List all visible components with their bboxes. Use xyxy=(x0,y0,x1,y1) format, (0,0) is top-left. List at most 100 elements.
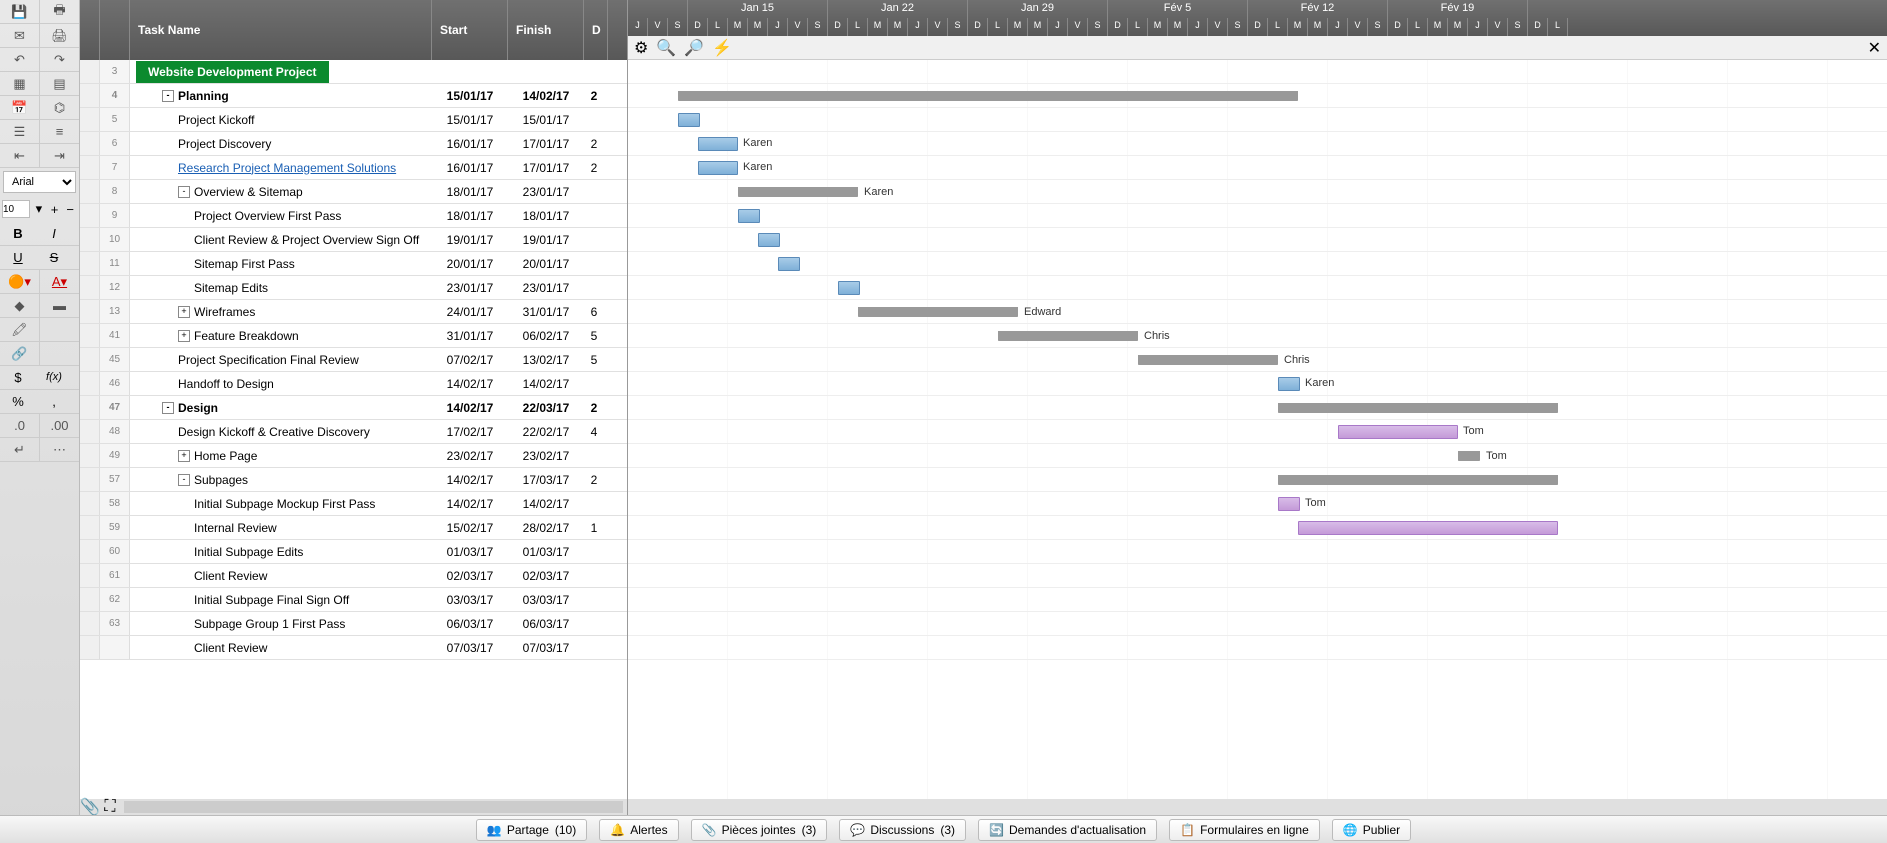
filter-icon[interactable]: ☰ xyxy=(0,120,40,143)
gantt-bar[interactable] xyxy=(1298,521,1558,535)
task-row[interactable]: 62 Initial Subpage Final Sign Off 03/03/… xyxy=(80,588,627,612)
fill-color-icon[interactable]: 🟠▾ xyxy=(0,270,40,293)
highlight-icon[interactable]: 🖍 xyxy=(0,318,40,341)
font-size-input[interactable] xyxy=(2,200,30,218)
task-row[interactable]: 41 +Feature Breakdown 31/01/17 06/02/17 … xyxy=(80,324,627,348)
save-icon[interactable]: 💾 xyxy=(0,0,40,23)
task-link[interactable]: Research Project Management Solutions xyxy=(178,161,396,175)
size-dropdown-icon[interactable]: ▾ xyxy=(32,198,46,220)
expand-icon[interactable]: + xyxy=(178,330,190,342)
comma-button[interactable]: , xyxy=(36,390,72,412)
expand-icon[interactable]: - xyxy=(178,474,190,486)
expand-icon[interactable]: + xyxy=(178,306,190,318)
size-plus-icon[interactable]: + xyxy=(48,198,62,220)
hscrollbar-left[interactable] xyxy=(124,801,623,813)
task-row[interactable]: 57 -Subpages 14/02/17 17/03/17 2 xyxy=(80,468,627,492)
gantt-bar[interactable] xyxy=(678,91,1298,101)
col-start[interactable]: Start xyxy=(432,0,508,60)
expand-icon[interactable]: + xyxy=(178,450,190,462)
gantt-bar[interactable] xyxy=(838,281,860,295)
link-icon[interactable]: 🔗 xyxy=(0,342,40,365)
gantt-bar[interactable]: Chris xyxy=(998,331,1138,341)
gantt-bar[interactable] xyxy=(758,233,780,247)
gantt-bar[interactable]: Tom xyxy=(1458,451,1480,461)
task-row[interactable]: 4 -Planning 15/01/17 14/02/17 2 xyxy=(80,84,627,108)
italic-button[interactable]: I xyxy=(36,222,72,244)
task-row[interactable]: 8 -Overview & Sitemap 18/01/17 23/01/17 xyxy=(80,180,627,204)
font-select[interactable]: Arial xyxy=(3,171,76,193)
rows-icon[interactable]: ≡ xyxy=(40,120,79,143)
task-row[interactable]: 11 Sitemap First Pass 20/01/17 20/01/17 xyxy=(80,252,627,276)
outdent-icon[interactable]: ⇤ xyxy=(0,144,40,167)
task-row[interactable]: 60 Initial Subpage Edits 01/03/17 01/03/… xyxy=(80,540,627,564)
share-button[interactable]: 👥Partage (10) xyxy=(476,819,587,841)
attachments-button[interactable]: 📎Pièces jointes (3) xyxy=(691,819,828,841)
gantt-bar[interactable]: Edward xyxy=(858,307,1018,317)
task-row[interactable]: 5 Project Kickoff 15/01/17 15/01/17 xyxy=(80,108,627,132)
gantt-bar[interactable] xyxy=(1278,475,1558,485)
gantt-bar[interactable]: Karen xyxy=(738,187,858,197)
conditional-format-icon[interactable]: ◆ xyxy=(0,294,40,317)
task-row[interactable]: 9 Project Overview First Pass 18/01/17 1… xyxy=(80,204,627,228)
expand-icon[interactable]: - xyxy=(162,402,174,414)
col-finish[interactable]: Finish xyxy=(508,0,584,60)
gear-icon[interactable]: ⚙ xyxy=(634,38,648,58)
currency-button[interactable]: $ xyxy=(0,366,36,388)
format-icon[interactable]: ▬ xyxy=(40,294,79,317)
task-row[interactable]: 13 +Wireframes 24/01/17 31/01/17 6 xyxy=(80,300,627,324)
printer-icon[interactable]: 🖨 xyxy=(40,24,79,47)
gantt-bar[interactable] xyxy=(678,113,700,127)
task-row[interactable]: 6 Project Discovery 16/01/17 17/01/17 2 xyxy=(80,132,627,156)
bold-button[interactable]: B xyxy=(0,222,36,244)
update-requests-button[interactable]: 🔄Demandes d'actualisation xyxy=(978,819,1157,841)
hscrollbar-right[interactable] xyxy=(628,799,1887,815)
text-color-icon[interactable]: A▾ xyxy=(40,270,79,293)
attach-icon[interactable]: 📎 xyxy=(80,797,100,817)
gantt-bar[interactable] xyxy=(778,257,800,271)
indent-icon[interactable]: ⇥ xyxy=(40,144,79,167)
percent-button[interactable]: % xyxy=(0,390,36,412)
publish-button[interactable]: 🌐Publier xyxy=(1332,819,1411,841)
redo-icon[interactable]: ↷ xyxy=(40,48,79,71)
gantt-bar[interactable]: Karen xyxy=(698,161,738,175)
task-row[interactable]: 63 Subpage Group 1 First Pass 06/03/17 0… xyxy=(80,612,627,636)
task-row[interactable]: 3 Website Development Project xyxy=(80,60,627,84)
task-row[interactable]: 10 Client Review & Project Overview Sign… xyxy=(80,228,627,252)
gantt-bar[interactable]: Chris xyxy=(1138,355,1278,365)
mail-icon[interactable]: ✉ xyxy=(0,24,40,47)
underline-button[interactable]: U xyxy=(0,246,36,268)
expand-icon[interactable]: - xyxy=(178,186,190,198)
task-row[interactable]: 7 Research Project Management Solutions … xyxy=(80,156,627,180)
hierarchy-icon[interactable]: ⌬ xyxy=(40,96,79,119)
decimal-dec-icon[interactable]: .00 xyxy=(40,414,79,437)
calendar-icon[interactable]: 📅 xyxy=(0,96,40,119)
align-icon[interactable]: ⋯ xyxy=(40,438,79,461)
expand-icon[interactable]: - xyxy=(162,90,174,102)
zoom-out-icon[interactable]: 🔍 xyxy=(656,38,676,58)
cards-icon[interactable]: ▤ xyxy=(40,72,79,95)
undo-icon[interactable]: ↶ xyxy=(0,48,40,71)
gantt-bar[interactable]: Tom xyxy=(1338,425,1458,439)
gantt-bar[interactable]: Karen xyxy=(698,137,738,151)
task-row[interactable]: 47 -Design 14/02/17 22/03/17 2 xyxy=(80,396,627,420)
task-row[interactable]: 59 Internal Review 15/02/17 28/02/17 1 xyxy=(80,516,627,540)
decimal-inc-icon[interactable]: .0 xyxy=(0,414,40,437)
gantt-bar[interactable]: Tom xyxy=(1278,497,1300,511)
gantt-bar[interactable] xyxy=(1278,403,1558,413)
zoom-in-icon[interactable]: 🔎 xyxy=(684,38,704,58)
print-icon[interactable]: 🖶 xyxy=(40,0,79,23)
col-task[interactable]: Task Name xyxy=(130,0,432,60)
close-icon[interactable]: ✕ xyxy=(1868,38,1881,58)
gantt-bar[interactable] xyxy=(738,209,760,223)
task-row[interactable]: 58 Initial Subpage Mockup First Pass 14/… xyxy=(80,492,627,516)
discussions-button[interactable]: 💬Discussions (3) xyxy=(839,819,966,841)
task-row[interactable]: Client Review 07/03/17 07/03/17 xyxy=(80,636,627,660)
critical-path-icon[interactable]: ⚡ xyxy=(712,38,732,58)
task-row[interactable]: 12 Sitemap Edits 23/01/17 23/01/17 xyxy=(80,276,627,300)
formula-button[interactable]: f(x) xyxy=(36,366,72,388)
wrap-icon[interactable]: ↵ xyxy=(0,438,40,461)
expand-all-icon[interactable]: ⛶ xyxy=(100,798,120,816)
forms-button[interactable]: 📋Formulaires en ligne xyxy=(1169,819,1320,841)
task-row[interactable]: 49 +Home Page 23/02/17 23/02/17 xyxy=(80,444,627,468)
task-row[interactable]: 48 Design Kickoff & Creative Discovery 1… xyxy=(80,420,627,444)
